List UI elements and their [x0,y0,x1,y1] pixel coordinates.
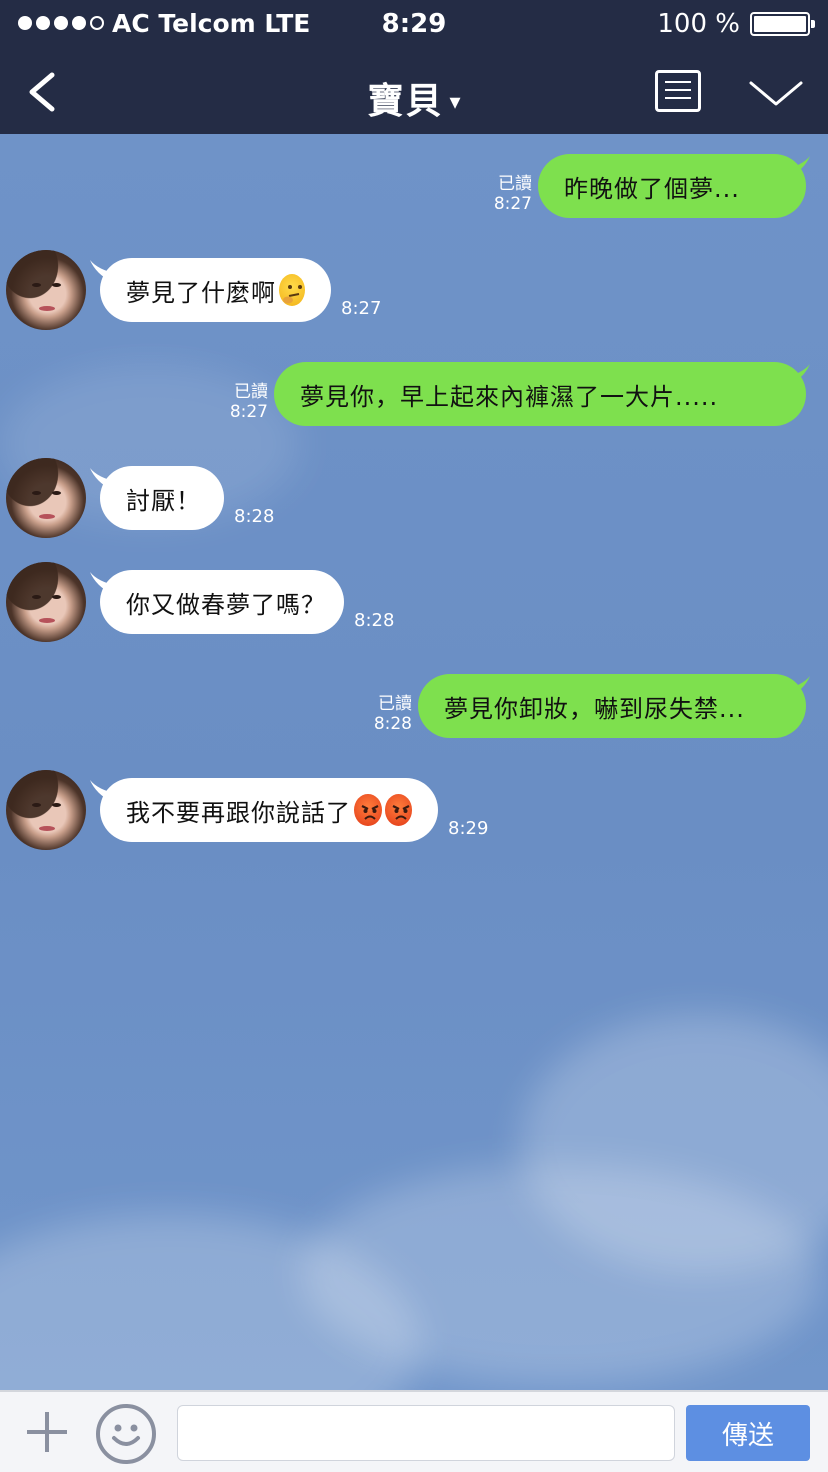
message-time: 8:27 [341,298,382,319]
contact-avatar[interactable] [6,770,86,850]
battery-icon [750,12,815,36]
smiley-icon[interactable] [96,1404,156,1464]
dropdown-caret-icon: ▾ [449,90,461,115]
message-meta: 已讀 8:28 [362,694,412,734]
angry-face-icon [384,794,412,826]
collapse-chevron-icon[interactable] [748,78,804,108]
thinking-face-icon [279,274,305,306]
message-meta: 已讀 8:27 [218,382,268,422]
message-time: 8:27 [229,402,268,422]
message-text: 我不要再跟你說話了 [126,798,351,827]
outgoing-message-bubble[interactable]: 昨晚做了個夢... [538,154,806,218]
message-input[interactable] [177,1405,675,1461]
contact-avatar[interactable] [6,250,86,330]
read-receipt: 已讀 [234,382,268,402]
notes-icon[interactable] [655,70,701,112]
message-time: 8:27 [493,194,532,214]
send-button[interactable]: 傳送 [686,1405,810,1461]
plus-icon[interactable] [20,1408,74,1458]
message-text: 夢見你卸妝，嚇到尿失禁... [444,694,745,723]
incoming-message-bubble[interactable]: 你又做春夢了嗎？ [100,570,344,634]
contact-avatar[interactable] [6,458,86,538]
outgoing-message-bubble[interactable]: 夢見你，早上起來內褲濕了一大片..... [274,362,806,426]
angry-face-icon [354,794,382,826]
bubble-tail [782,364,810,386]
message-text: 夢見了什麼啊 [126,278,276,307]
message-text: 你又做春夢了嗎？ [126,590,326,619]
message-text: 夢見你，早上起來內褲濕了一大片..... [300,382,719,411]
top-bar: AC Telcom LTE 8:29 100 % 寶貝 ▾ [0,0,828,134]
message-time: 8:28 [354,610,395,631]
status-bar: AC Telcom LTE 8:29 100 % [0,0,828,48]
contact-avatar[interactable] [6,562,86,642]
chat-title-button[interactable]: 寶貝 ▾ [0,72,828,124]
chat-nav-bar: 寶貝 ▾ [0,48,828,134]
incoming-message-bubble[interactable]: 我不要再跟你說話了 [100,778,438,842]
message-time: 8:29 [448,818,489,839]
message-text: 討厭！ [126,486,201,515]
message-meta: 已讀 8:27 [482,174,532,214]
message-time: 8:28 [373,714,412,734]
read-receipt: 已讀 [498,174,532,194]
message-text: 昨晚做了個夢... [564,174,740,203]
chat-area[interactable]: 昨晚做了個夢... 已讀 8:27 夢見了什麼啊 8:27 夢見你，早上起來內褲濕了一大片… [0,134,828,1390]
battery-percent: 100 % [657,9,740,39]
chat-title: 寶貝 [367,81,444,122]
bubble-tail [782,676,810,698]
incoming-message-bubble[interactable]: 夢見了什麼啊 [100,258,331,322]
message-time: 8:28 [234,506,275,527]
outgoing-message-bubble[interactable]: 夢見你卸妝，嚇到尿失禁... [418,674,806,738]
input-bar: 傳送 [0,1390,828,1472]
bubble-tail [782,156,810,178]
incoming-message-bubble[interactable]: 討厭！ [100,466,224,530]
read-receipt: 已讀 [378,694,412,714]
